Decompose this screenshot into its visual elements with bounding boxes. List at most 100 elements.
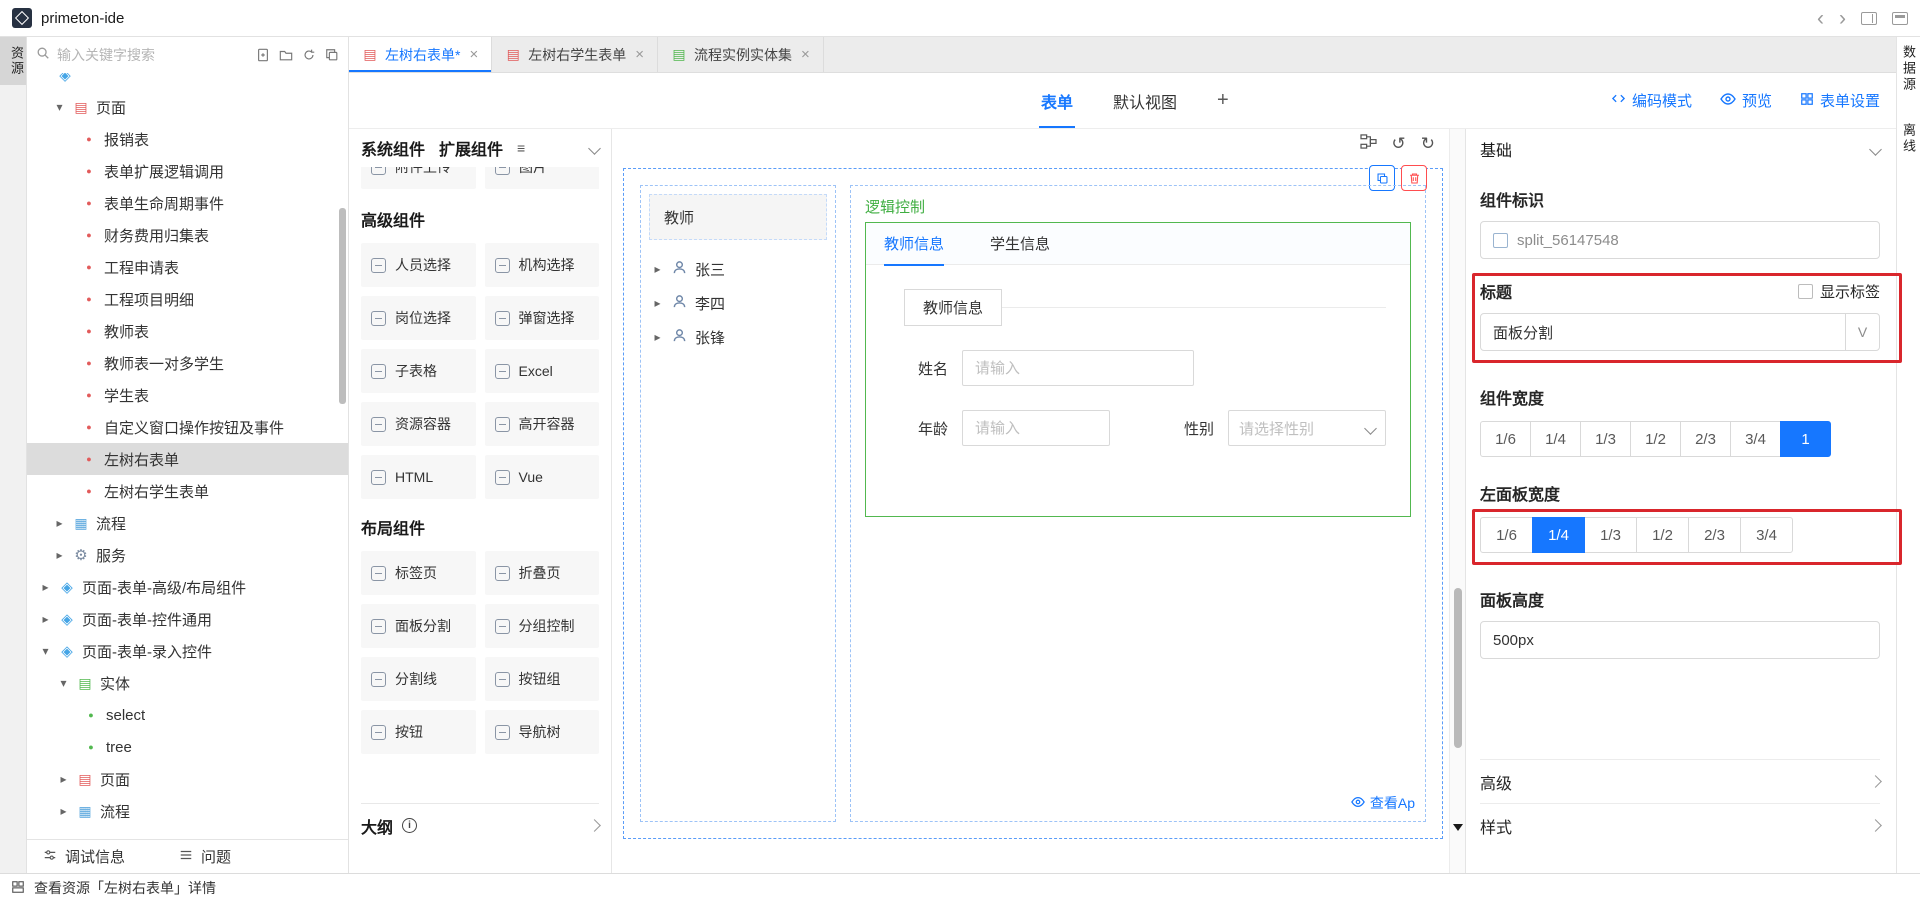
checkbox-icon[interactable] — [1798, 284, 1813, 299]
close-tab-icon[interactable] — [469, 46, 478, 63]
tree-item[interactable]: 流程 — [27, 795, 348, 827]
title-input[interactable]: 面板分割 V — [1480, 313, 1880, 351]
width-option[interactable]: 3/4 — [1730, 421, 1781, 457]
palette-item[interactable]: 子表格 — [361, 349, 476, 393]
tree-item[interactable]: 报销表 — [27, 123, 348, 155]
code-mode-button[interactable]: 编码模式 — [1611, 90, 1692, 111]
palette-item[interactable]: 按钮 — [361, 710, 476, 754]
refresh-icon[interactable] — [302, 48, 316, 62]
collapse-arrow-icon[interactable] — [651, 296, 664, 310]
left-width-option[interactable]: 2/3 — [1688, 517, 1741, 553]
palette-item[interactable]: 折叠页 — [485, 551, 600, 595]
close-tab-icon[interactable] — [635, 46, 644, 63]
file-tab[interactable]: 左树右表单* — [349, 37, 492, 72]
left-width-option-selected[interactable]: 1/4 — [1532, 517, 1585, 553]
palette-item[interactable]: 导航树 — [485, 710, 600, 754]
tree-item[interactable]: 教师表一对多学生 — [27, 347, 348, 379]
palette-item[interactable]: 附件上传 — [361, 167, 476, 189]
tab-default-view[interactable]: 默认视图 — [1111, 73, 1179, 128]
teacher-tree-panel[interactable]: 教师 张三 李四 — [640, 185, 836, 822]
tab-teacher-info[interactable]: 教师信息 — [884, 233, 944, 264]
scrollbar-thumb[interactable] — [1454, 588, 1462, 748]
canvas-scrollbar[interactable] — [1449, 129, 1465, 873]
age-input[interactable] — [962, 410, 1110, 446]
palette-item[interactable]: 弹窗选择 — [485, 296, 600, 340]
left-width-option[interactable]: 1/6 — [1480, 517, 1533, 553]
tree-item[interactable]: 页面-表单-高级/布局组件 — [27, 571, 348, 603]
show-label-checkbox[interactable]: 显示标签 — [1798, 281, 1880, 302]
view-api-link[interactable]: 查看Ap — [1351, 793, 1415, 813]
section-basic[interactable]: 基础 — [1480, 129, 1880, 169]
palette-item[interactable]: 分割线 — [361, 657, 476, 701]
logic-panel-region[interactable]: 逻辑控制 教师信息 学生信息 教师信息 — [850, 185, 1426, 822]
tree-item[interactable]: 页面-表单-控件通用 — [27, 603, 348, 635]
redo-icon[interactable]: ↻ — [1421, 135, 1435, 152]
expand-arrow-icon[interactable] — [57, 676, 70, 690]
collapse-arrow-icon[interactable] — [651, 262, 664, 276]
collapse-arrow-icon[interactable] — [39, 580, 52, 594]
palette-item[interactable]: 岗位选择 — [361, 296, 476, 340]
left-width-option[interactable]: 3/4 — [1740, 517, 1793, 553]
collapse-arrow-icon[interactable] — [57, 804, 70, 818]
add-view-button[interactable]: + — [1215, 73, 1231, 128]
tree-item[interactable]: select — [27, 699, 348, 731]
left-width-option[interactable]: 1/2 — [1636, 517, 1689, 553]
section-advanced[interactable]: 高级 — [1480, 759, 1880, 803]
undo-icon[interactable]: ↺ — [1392, 135, 1406, 152]
expand-arrow-icon[interactable] — [53, 100, 66, 114]
logic-control-group[interactable]: 教师信息 学生信息 教师信息 姓名 — [865, 222, 1411, 517]
expand-arrow-icon[interactable] — [39, 644, 52, 658]
tree-item[interactable]: 教师表 — [27, 315, 348, 347]
width-option[interactable]: 1/3 — [1580, 421, 1631, 457]
teacher-tree-item[interactable]: 张锋 — [649, 320, 827, 354]
gender-select[interactable]: 请选择性别 — [1228, 410, 1386, 446]
tree-item[interactable]: 表单生命周期事件 — [27, 187, 348, 219]
tree-item[interactable]: 学生表 — [27, 379, 348, 411]
tab-system-components[interactable]: 系统组件 — [361, 136, 425, 160]
tree-item-selected[interactable]: 左树右表单 — [27, 443, 348, 475]
tree-item[interactable]: 页面-表单-录入控件 — [27, 635, 348, 667]
save-layout-icon[interactable] — [1892, 12, 1908, 25]
collapse-arrow-icon[interactable] — [53, 548, 66, 562]
teacher-panel-title[interactable]: 教师 — [649, 194, 827, 240]
palette-item[interactable]: 面板分割 — [361, 604, 476, 648]
form-settings-button[interactable]: 表单设置 — [1800, 90, 1880, 111]
palette-item[interactable]: 资源容器 — [361, 402, 476, 446]
search-input[interactable] — [57, 47, 249, 63]
width-option[interactable]: 1/4 — [1530, 421, 1581, 457]
name-input[interactable] — [962, 350, 1194, 386]
width-option[interactable]: 2/3 — [1680, 421, 1731, 457]
collapse-all-icon[interactable] — [325, 48, 339, 62]
scroll-down-icon[interactable] — [1453, 824, 1463, 831]
palette-item[interactable]: 人员选择 — [361, 243, 476, 287]
palette-item[interactable]: 机构选择 — [485, 243, 600, 287]
palette-item[interactable]: Vue — [485, 455, 600, 499]
preview-button[interactable]: 预览 — [1720, 90, 1772, 111]
tree-item[interactable]: 流程 — [27, 507, 348, 539]
problems-tab[interactable]: 问题 — [179, 846, 231, 867]
history-forward-icon[interactable]: › — [1839, 8, 1846, 29]
tree-item[interactable]: 实体 — [27, 667, 348, 699]
tree-item[interactable]: 自定义窗口操作按钮及事件 — [27, 411, 348, 443]
tree-item[interactable]: 页面 — [27, 763, 348, 795]
tree-item[interactable]: 左树右学生表单 — [27, 475, 348, 507]
width-option[interactable]: 1/2 — [1630, 421, 1681, 457]
palette-item[interactable]: HTML — [361, 455, 476, 499]
collapse-arrow-icon[interactable] — [53, 516, 66, 530]
variable-toggle[interactable]: V — [1845, 314, 1879, 350]
close-tab-icon[interactable] — [801, 46, 810, 63]
file-tab[interactable]: 流程实例实体集 — [658, 37, 824, 72]
file-tab[interactable]: 左树右学生表单 — [492, 37, 658, 72]
outline-section[interactable]: 大纲 — [361, 803, 599, 847]
tree-item[interactable]: 工程申请表 — [27, 251, 348, 283]
tree-item[interactable] — [27, 73, 348, 91]
teacher-tree-item[interactable]: 李四 — [649, 286, 827, 320]
resource-rail-tab[interactable]: 资源 — [0, 37, 26, 85]
tab-form[interactable]: 表单 — [1039, 73, 1075, 128]
section-style[interactable]: 样式 — [1480, 803, 1880, 847]
collapse-palette-icon[interactable] — [590, 140, 599, 157]
tree-item[interactable]: 服务 — [27, 539, 348, 571]
form-canvas[interactable]: ↺ ↻ 教师 — [612, 129, 1449, 873]
tree-item[interactable]: 财务费用归集表 — [27, 219, 348, 251]
expand-outline-icon[interactable] — [590, 817, 599, 834]
